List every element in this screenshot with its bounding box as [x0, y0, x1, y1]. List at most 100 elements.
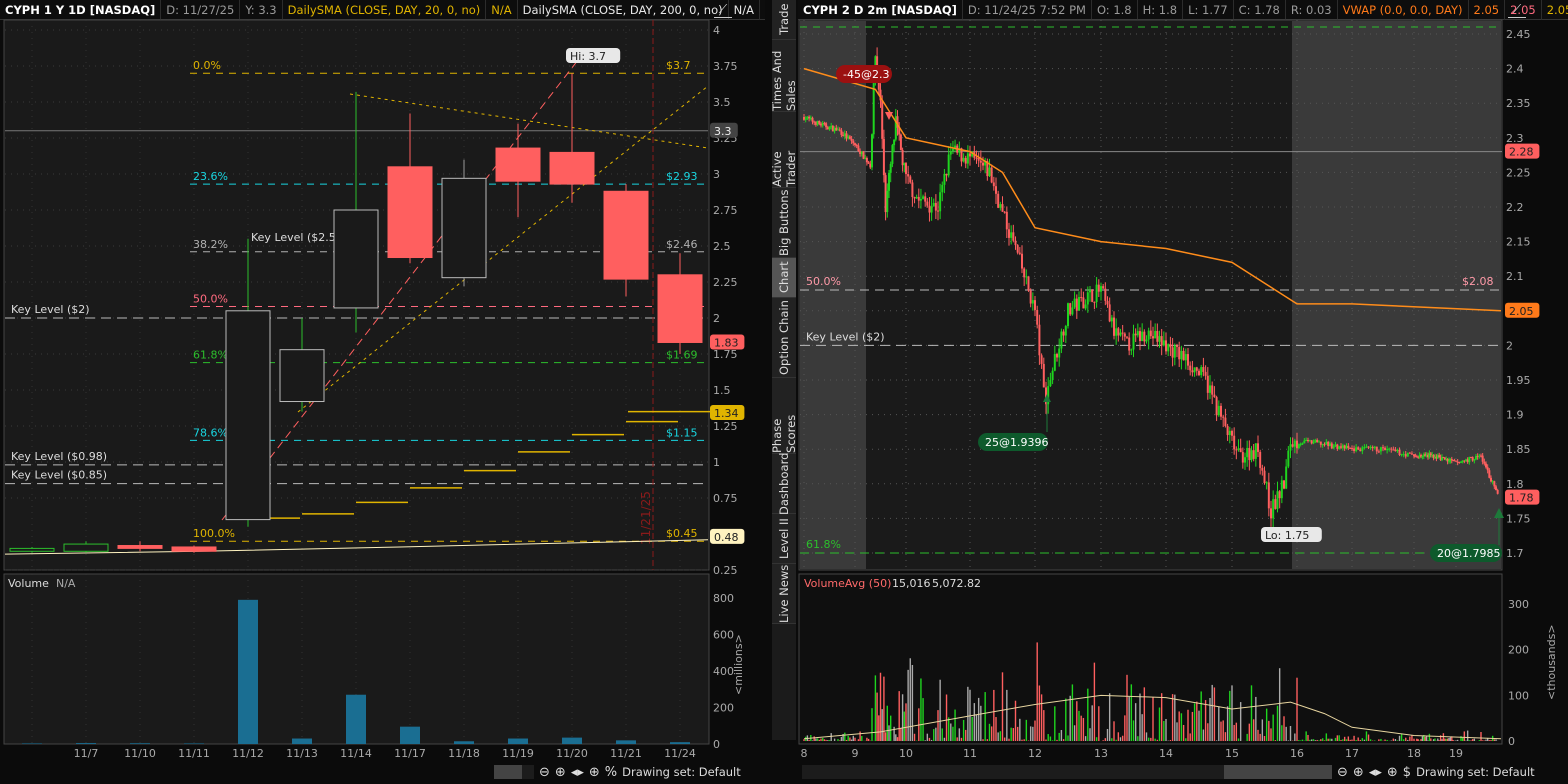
candle-body — [1139, 331, 1141, 342]
candle-body — [975, 157, 978, 159]
price-tick: 1 — [713, 456, 720, 469]
candle-body — [930, 206, 933, 213]
candle-body — [1200, 367, 1203, 376]
candle-body — [1204, 371, 1207, 376]
tab-trade[interactable]: Trade — [772, 0, 796, 40]
candle-body — [1104, 288, 1107, 301]
candle-body — [1082, 297, 1085, 309]
axis-badge: 1.34 — [714, 407, 739, 420]
tab-level-ii[interactable]: Level II — [772, 514, 796, 564]
time-tick: 11 — [963, 747, 977, 760]
pan-icon[interactable]: ◂▸ — [1369, 765, 1382, 780]
zoom-out-icon[interactable]: ⊖ — [1337, 765, 1348, 780]
candle-body — [1357, 447, 1360, 450]
zoom-in-icon[interactable]: ⊕ — [1353, 765, 1364, 780]
time-tick: 16 — [1290, 747, 1304, 760]
candle-body — [1113, 317, 1115, 336]
candle-body — [1291, 444, 1294, 447]
candle-body — [1265, 482, 1268, 484]
right-drawing-set[interactable]: Drawing set: Default — [1416, 765, 1535, 779]
candle-body — [1345, 445, 1348, 449]
percent-icon[interactable]: % — [605, 765, 617, 780]
candle-body — [1307, 440, 1309, 442]
volume-bar — [400, 726, 420, 744]
candle-body — [1058, 348, 1061, 358]
volume-bar — [508, 738, 528, 744]
candle-body — [1008, 229, 1010, 238]
candle-body — [171, 546, 217, 552]
hi-label: Hi: 3.7 — [570, 50, 606, 63]
fib-price: $1.69 — [666, 349, 698, 362]
tab-dashboard[interactable]: Dashboard — [772, 452, 796, 515]
left-scrollbar[interactable] — [494, 765, 534, 779]
candle-body — [1071, 307, 1074, 315]
candle-body — [1347, 445, 1350, 448]
volume-tick: 300 — [1508, 598, 1529, 611]
candle-body — [1438, 455, 1441, 458]
tab-phase-scores[interactable]: Phase Scores — [770, 378, 798, 454]
zoom-in-icon[interactable]: ⊕ — [555, 765, 566, 780]
tab-live-news[interactable]: Live News — [772, 564, 796, 624]
candle-body — [1239, 448, 1242, 453]
candle-body — [1093, 301, 1096, 303]
crosshair-icon[interactable]: ⊕ — [589, 765, 600, 780]
price-tick: 2.25 — [1506, 166, 1531, 179]
price-tick: 2.45 — [1506, 28, 1531, 41]
candle-body — [1193, 367, 1196, 373]
candle-body — [1086, 292, 1089, 305]
zoom-out-icon[interactable]: ⊖ — [539, 765, 550, 780]
candle-body — [804, 118, 807, 120]
candle-body — [872, 83, 875, 135]
key-level-label: Key Level ($2) — [806, 330, 885, 343]
left-drawing-set[interactable]: Drawing set: Default — [622, 765, 741, 779]
candle-body — [1115, 328, 1118, 336]
price-tick: 4 — [713, 24, 720, 37]
volume-label: Volume — [8, 577, 49, 590]
tab-active-trader[interactable]: Active Trader — [770, 112, 798, 188]
axis-badge: 1.78 — [1509, 492, 1534, 505]
candle-body — [1005, 211, 1008, 230]
candle-body — [911, 182, 914, 198]
candle-body — [947, 154, 950, 176]
crosshair-icon[interactable]: ⊕ — [1387, 765, 1398, 780]
candle-body — [1038, 324, 1041, 356]
candle-body — [1485, 463, 1487, 468]
candle-body — [990, 167, 993, 183]
date-tick: 11/13 — [286, 747, 318, 760]
candle-body — [1233, 435, 1236, 450]
candle-body — [1182, 350, 1185, 361]
candle-body — [1178, 346, 1181, 360]
candle-body — [1283, 480, 1285, 489]
candle-body — [1293, 440, 1296, 447]
pan-icon[interactable]: ◂▸ — [571, 765, 584, 780]
price-tick: 2.35 — [1506, 97, 1531, 110]
candle-body — [1299, 443, 1302, 445]
date-tick: 11/18 — [448, 747, 480, 760]
fib-pct: 23.6% — [193, 170, 228, 183]
candle-body — [1421, 455, 1424, 457]
tab-big-buttons[interactable]: Big Buttons — [772, 188, 796, 258]
candle-body — [1231, 430, 1233, 436]
dollar-icon[interactable]: $ — [1403, 765, 1411, 780]
tab-times-and-sales[interactable]: Times And Sales — [770, 40, 798, 112]
volume-tick: 200 — [1508, 644, 1529, 657]
candle-body — [1340, 446, 1342, 448]
candle-body — [1384, 447, 1387, 451]
candle-body — [889, 163, 892, 173]
candle-body — [932, 202, 935, 207]
candle-body — [1325, 441, 1328, 445]
candle-body — [1158, 336, 1161, 342]
price-tick: 1.95 — [1506, 374, 1531, 387]
candle-body — [1075, 298, 1078, 311]
candle-body — [1029, 290, 1032, 304]
candle-body — [1382, 447, 1384, 449]
candle-body — [922, 196, 925, 199]
key-level-label: Key Level ($0.98) — [11, 450, 107, 463]
candle-body — [913, 197, 916, 199]
candle-body — [1363, 447, 1366, 449]
tab-option-chain[interactable]: Option Chain — [772, 298, 796, 378]
candle-body — [1257, 443, 1259, 452]
right-scrollbar[interactable] — [802, 765, 1332, 779]
tab-chart[interactable]: Chart — [772, 258, 796, 298]
candle-body — [1297, 444, 1300, 449]
